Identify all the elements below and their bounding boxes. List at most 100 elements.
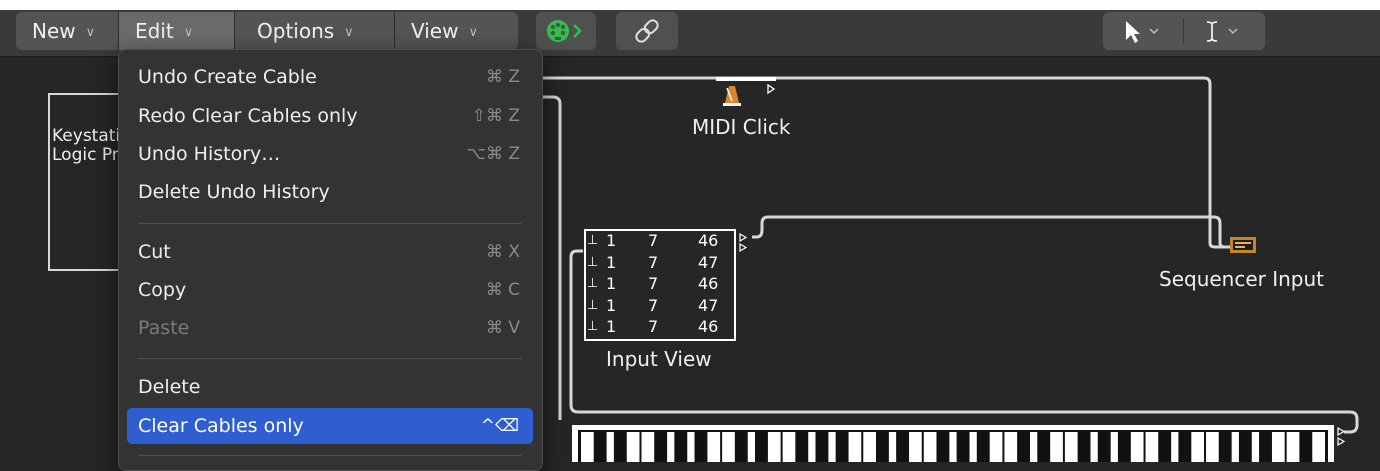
keystation-object-label: Keystation Logic Pro xyxy=(52,127,118,165)
menu-item-undo-create-cable[interactable]: Undo Create Cable ⌘ Z xyxy=(119,59,542,95)
menu-separator xyxy=(138,455,522,456)
menu-item-shortcut: ⌘ V xyxy=(485,318,520,338)
menu-item-label: Undo Create Cable xyxy=(138,66,317,88)
midi-click-label: MIDI Click xyxy=(692,115,791,139)
input-view-val: 47 xyxy=(698,295,719,315)
menu-item-delete-undo-history[interactable]: Delete Undo History xyxy=(119,174,542,210)
midi-plug-icon xyxy=(547,20,582,42)
piano-black-key xyxy=(1178,432,1192,462)
input-view-ch: 1 xyxy=(606,274,617,293)
tool-selector xyxy=(1103,12,1265,50)
input-view-row: ⊥ 1 7 46 xyxy=(586,276,738,292)
input-view-val: 46 xyxy=(698,317,719,336)
menu-separator xyxy=(138,358,522,359)
link-button[interactable] xyxy=(616,12,678,50)
input-view-ch: 1 xyxy=(606,295,617,315)
chevron-down-icon: ∨ xyxy=(468,25,478,40)
input-view-label: Input View xyxy=(606,347,712,371)
menu-separator xyxy=(138,223,522,224)
piano-black-key xyxy=(835,432,849,462)
piano-black-key xyxy=(1259,432,1272,462)
edit-menu-dropdown: Undo Create Cable ⌘ Z Redo Clear Cables … xyxy=(118,49,543,471)
piano-black-key xyxy=(1037,432,1051,462)
piano-black-key xyxy=(956,432,970,462)
menu-item-shortcut: ^⌫ xyxy=(480,416,519,436)
new-menu-button[interactable]: New ∨ xyxy=(16,12,118,50)
window-top-edge xyxy=(0,0,1380,10)
piano-black-key xyxy=(674,432,688,462)
sequencer-input-icon xyxy=(1230,237,1256,253)
piano-black-key xyxy=(1017,432,1031,462)
piano-black-key xyxy=(896,432,910,462)
piano-black-key xyxy=(936,432,950,462)
new-menu-label: New xyxy=(32,19,76,43)
menu-item-shortcut: ⌘ Z xyxy=(485,67,520,87)
chevron-down-icon: ∨ xyxy=(183,25,194,40)
pointer-tool-button[interactable] xyxy=(1103,12,1183,50)
input-view-ch: 1 xyxy=(606,231,617,250)
piano-black-key xyxy=(694,432,708,462)
piano-black-key xyxy=(654,432,668,462)
metronome-icon xyxy=(723,86,741,106)
menu-item-delete[interactable]: Delete xyxy=(119,369,542,405)
menu-item-label: Copy xyxy=(138,279,187,301)
menu-item-label: Clear Cables only xyxy=(138,415,304,437)
input-view-monitor[interactable]: ⊥ 1 7 46 ⊥ 1 7 47 ⊥ 1 7 46 ⊥ 1 7 47 ⊥ 1 7 46 xyxy=(584,229,736,341)
midi-click-out-port xyxy=(767,83,776,95)
menu-item-shortcut: ⌘ X xyxy=(485,242,520,262)
input-view-num: 7 xyxy=(648,231,659,250)
link-icon xyxy=(635,19,659,43)
input-view-num: 7 xyxy=(648,252,659,272)
menu-item-label: Cut xyxy=(138,241,171,263)
view-menu-button[interactable]: View ∨ xyxy=(394,12,518,50)
input-view-ch: 1 xyxy=(606,317,617,336)
menu-item-cut[interactable]: Cut ⌘ X xyxy=(119,234,542,270)
edit-menu-button[interactable]: Edit ∨ xyxy=(118,12,234,50)
input-view-row: ⊥ 1 7 47 xyxy=(586,252,738,272)
piano-black-key xyxy=(1077,432,1091,462)
piano-black-key xyxy=(1117,432,1131,462)
menu-item-shortcut: ⇧⌘ Z xyxy=(471,106,520,126)
text-tool-button[interactable] xyxy=(1184,12,1265,50)
menu-item-label: Delete xyxy=(138,376,201,398)
controller-icon: ⊥ xyxy=(587,297,599,313)
menu-item-shortcut: ⌘ C xyxy=(485,280,520,300)
piano-black-key xyxy=(734,432,748,462)
menu-item-redo-clear-cables[interactable]: Redo Clear Cables only ⇧⌘ Z xyxy=(119,98,542,134)
menu-item-label: Redo Clear Cables only xyxy=(138,105,358,127)
options-menu-label: Options xyxy=(257,19,335,43)
controller-icon: ⊥ xyxy=(587,319,599,334)
edit-menu-label: Edit xyxy=(135,19,174,43)
keystation-object-box xyxy=(48,93,118,271)
sequencer-input-label: Sequencer Input xyxy=(1159,267,1325,291)
options-menu-button[interactable]: Options ∨ xyxy=(234,12,394,50)
input-view-val: 46 xyxy=(698,274,719,293)
pointer-arrow-icon xyxy=(1126,21,1159,43)
input-view-row: ⊥ 1 7 46 xyxy=(586,319,738,335)
input-view-num: 7 xyxy=(648,295,659,315)
midi-thru-button[interactable] xyxy=(536,12,596,50)
menu-item-copy[interactable]: Copy ⌘ C xyxy=(119,272,542,308)
menu-item-undo-history[interactable]: Undo History… ⌥⌘ Z xyxy=(119,136,542,172)
input-view-ch: 1 xyxy=(606,252,617,272)
text-cursor-icon xyxy=(1206,21,1238,42)
input-view-val: 46 xyxy=(698,231,719,250)
piano-black-key xyxy=(875,432,889,462)
piano-black-key xyxy=(1097,432,1111,462)
piano-black-key xyxy=(795,432,809,462)
menu-item-label: Paste xyxy=(138,317,190,339)
chevron-down-icon: ∨ xyxy=(85,25,96,40)
controller-icon: ⊥ xyxy=(587,233,599,248)
menu-item-label: Undo History… xyxy=(138,143,281,165)
piano-black-key xyxy=(1299,432,1313,462)
piano-black-key xyxy=(1218,432,1232,462)
menu-item-clear-cables-only[interactable]: Clear Cables only ^⌫ xyxy=(127,408,533,444)
input-view-val: 47 xyxy=(698,252,719,272)
input-view-num: 7 xyxy=(648,274,659,293)
piano-black-key xyxy=(613,432,627,462)
input-view-row: ⊥ 1 7 46 xyxy=(586,233,738,249)
menu-item-label: Delete Undo History xyxy=(138,181,330,203)
piano-black-key xyxy=(593,432,607,462)
keystation-label-line2: Logic Pro xyxy=(52,145,118,165)
piano-black-key xyxy=(976,432,990,462)
